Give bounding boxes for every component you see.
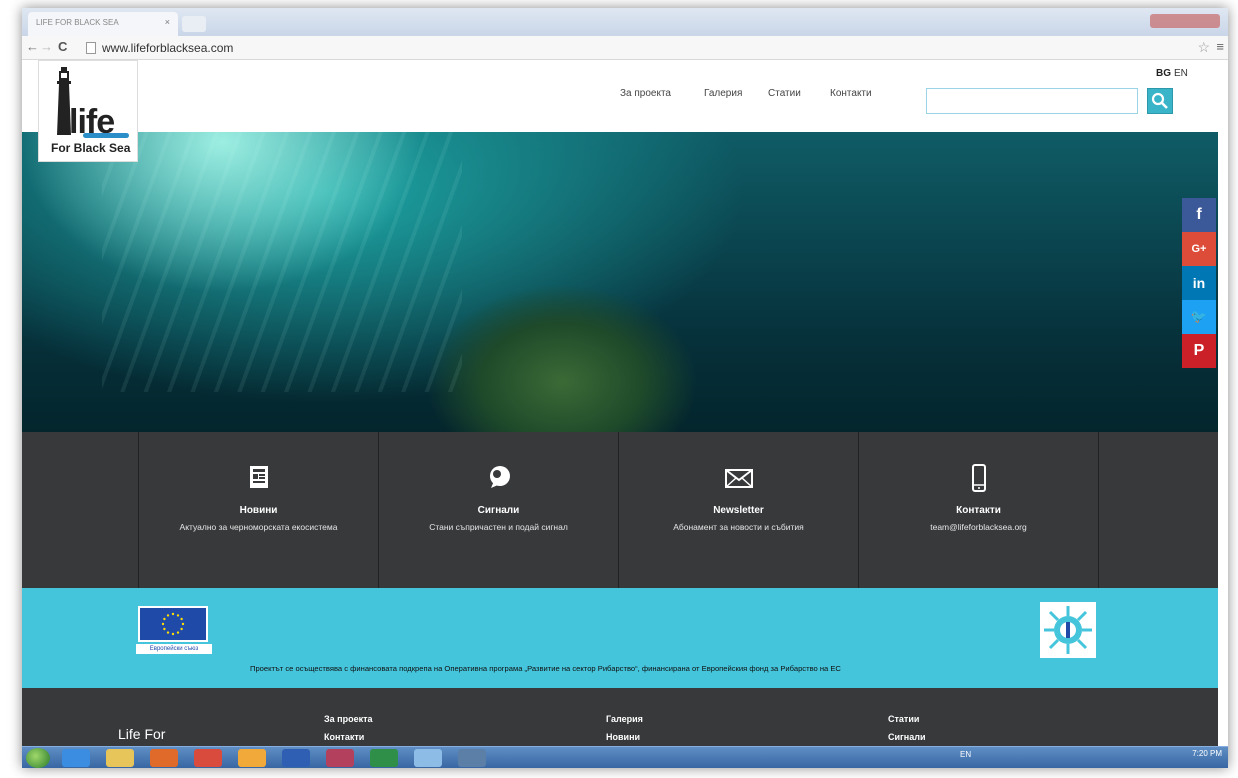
outlook-icon[interactable] [238,749,266,767]
feature-contacts[interactable]: Контакти team@lifeforblacksea.org [858,432,1098,588]
nav-gallery[interactable]: Галерия [704,88,742,99]
chrome-icon[interactable] [194,749,222,767]
language-bar-icon[interactable] [326,749,354,767]
footer-link-signals[interactable]: Сигнали [888,732,925,742]
funding-text: Проектът се осъществява с финансовата по… [250,664,841,673]
page-icon [86,42,96,54]
tab-strip: LIFE FOR BLACK SEA × [22,8,1228,36]
browser-window: LIFE FOR BLACK SEA × ← → C www.lifeforbl… [22,8,1228,768]
facebook-icon[interactable]: f [1182,198,1216,232]
social-sidebar: f G+ in 🐦 P [1182,198,1216,368]
logo-wave [83,133,129,138]
feature-title: Newsletter [713,505,764,516]
sun-rays [102,132,462,392]
nav-articles[interactable]: Статии [768,88,801,99]
browser-toolbar: ← → C www.lifeforblacksea.com ☆ ≡ [22,36,1228,60]
reload-icon[interactable]: C [58,39,67,54]
footer-link-articles[interactable]: Статии [888,714,919,724]
eu-label: Европейски съюз [136,644,212,654]
footer-link-gallery[interactable]: Галерия [606,714,643,724]
search-input[interactable] [926,88,1138,114]
bookmark-star-icon[interactable]: ☆ [1197,39,1210,56]
excel-icon[interactable] [370,749,398,767]
tab-title: LIFE FOR BLACK SEA [36,18,119,27]
footer-link-news[interactable]: Новини [606,732,640,742]
fisheries-logo-icon [1040,602,1096,658]
folder-icon[interactable] [106,749,134,767]
taskbar-clock[interactable]: 7:20 PM [1192,749,1222,758]
tray-language[interactable]: EN [960,750,971,759]
eu-flag-icon [138,606,208,642]
back-arrow-icon[interactable]: ← [26,39,39,54]
windows-taskbar: EN 7:20 PM [22,746,1228,768]
logo-subtitle: For Black Sea [51,141,131,155]
site-logo[interactable]: life For Black Sea [38,60,138,162]
window-icon[interactable] [458,749,486,767]
paint-icon[interactable] [414,749,442,767]
browser-menu-icon[interactable]: ≡ [1216,39,1224,54]
phone-icon [971,464,986,492]
close-tab-icon[interactable]: × [165,17,170,27]
fisheries-emblem [1044,606,1092,654]
search-icon [1151,92,1168,109]
envelope-icon [724,469,753,488]
lang-bg[interactable]: BG [1156,68,1171,79]
system-tray: EN [960,750,971,759]
feature-spacer [1098,432,1218,588]
site-footer: Life For За проекта Контакти Галерия Нов… [22,688,1218,748]
forward-arrow-icon[interactable]: → [40,39,53,54]
google-plus-icon[interactable]: G+ [1182,232,1216,266]
address-bar[interactable]: www.lifeforblacksea.com [102,41,233,55]
linkedin-icon[interactable]: in [1182,266,1216,300]
lang-en[interactable]: EN [1174,68,1188,79]
feature-subtitle: team@lifeforblacksea.org [930,522,1027,532]
feature-subtitle: Стани съпричастен и подай сигнал [429,522,568,532]
new-tab-button[interactable] [182,16,206,32]
pinterest-icon[interactable]: P [1182,334,1216,368]
browser-tab[interactable]: LIFE FOR BLACK SEA × [28,12,178,36]
feature-signals[interactable]: Сигнали Стани съпричастен и подай сигнал [378,432,618,588]
feature-subtitle: Абонамент за новости и събития [673,522,804,532]
media-player-icon[interactable] [150,749,178,767]
chat-bubble-icon [489,466,510,488]
hero-image [22,132,1218,432]
feature-title: Новини [239,505,278,516]
window-controls[interactable] [1150,14,1220,28]
search-button[interactable] [1147,88,1173,114]
word-icon[interactable] [282,749,310,767]
feature-title: Сигнали [477,505,520,516]
nav-about[interactable]: За проекта [620,88,671,99]
feature-newsletter[interactable]: Newsletter Абонамент за новости и събити… [618,432,858,588]
nav-contacts[interactable]: Контакти [830,88,872,99]
feature-subtitle: Актуално за черноморската екосистема [179,522,338,532]
start-button-icon[interactable] [26,748,50,768]
internet-explorer-icon[interactable] [62,749,90,767]
footer-link-about[interactable]: За проекта [324,714,373,724]
twitter-icon[interactable]: 🐦 [1182,300,1216,334]
funding-bar: Европейски съюз Проектът се осъществява … [22,588,1218,688]
footer-link-contacts[interactable]: Контакти [324,732,364,742]
footer-brand: Life For [118,726,166,742]
feature-news[interactable]: Новини Актуално за черноморската екосист… [138,432,378,588]
site-header: life For Black Sea За проекта Галерия Ст… [22,60,1228,162]
newspaper-icon [249,466,268,488]
feature-title: Контакти [956,505,1001,516]
eu-stars [161,612,185,636]
language-switcher: BG EN [1156,68,1191,79]
features-band: Новини Актуално за черноморската екосист… [22,432,1218,588]
